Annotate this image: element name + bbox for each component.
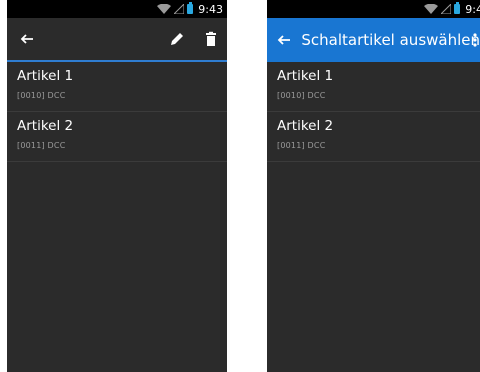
toolbar: Schaltartikel auswählen [267,18,480,62]
status-bar: 9:43 [267,0,480,18]
wifi-icon [157,4,172,14]
list-item[interactable]: Artikel 1 [0010] DCC [7,62,227,112]
item-subtitle: [0011] DCC [277,141,326,150]
edit-button[interactable] [169,31,185,47]
article-list: Artikel 1 [0010] DCC Artikel 2 [0011] DC… [7,62,227,162]
item-subtitle: [0011] DCC [17,141,66,150]
status-bar: 9:43 [7,0,227,18]
back-button[interactable] [267,20,301,60]
right-screen: 9:43 Schaltartikel auswählen Artikel 1 [… [267,0,480,372]
battery-icon [454,2,461,14]
arrow-left-icon [20,34,33,44]
signal-icon [174,4,185,14]
status-time: 9:43 [198,2,223,16]
article-list: Artikel 1 [0010] DCC Artikel 2 [0011] DC… [267,62,480,162]
arrow-left-icon [277,35,291,45]
delete-button[interactable] [203,31,219,47]
item-title: Artikel 1 [17,68,74,84]
item-subtitle: [0010] DCC [17,91,66,100]
trash-icon [206,31,216,46]
overflow-menu-icon [473,33,477,47]
list-item[interactable]: Artikel 2 [0011] DCC [7,112,227,162]
left-screen: 9:43 Artikel 1 [0010] DCC Artikel 2 [001… [7,0,227,372]
overflow-menu-button[interactable] [472,18,478,62]
list-item[interactable]: Artikel 1 [0010] DCC [267,62,480,112]
item-subtitle: [0010] DCC [277,91,326,100]
signal-icon [441,4,452,14]
wifi-icon [424,4,439,14]
item-title: Artikel 2 [17,118,74,134]
status-time: 9:43 [465,2,480,16]
battery-icon [187,2,194,14]
pencil-icon [171,33,183,45]
back-button[interactable] [7,19,47,59]
list-item[interactable]: Artikel 2 [0011] DCC [267,112,480,162]
item-title: Artikel 1 [277,68,334,84]
page-title: Schaltartikel auswählen [301,31,480,49]
toolbar [7,18,227,62]
item-title: Artikel 2 [277,118,334,134]
